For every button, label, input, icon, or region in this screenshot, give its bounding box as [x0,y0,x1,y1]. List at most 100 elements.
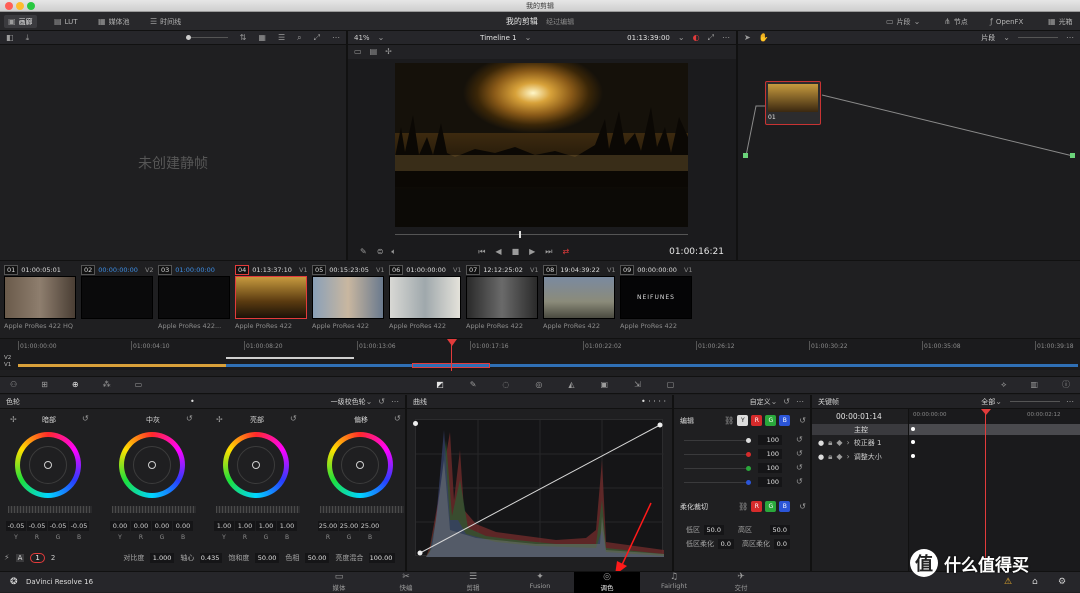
v2-clip[interactable] [226,357,354,359]
rgb-mixer-icon[interactable]: ⁂ [103,381,111,389]
keyframe-playhead[interactable] [985,409,986,571]
clip-thumbnail[interactable] [81,276,153,319]
zoom-level[interactable]: 41% [354,34,370,42]
gallery-button[interactable]: ▣ 画廊 [4,15,37,28]
keyframe-mode-icon[interactable]: ⟡ [1001,381,1006,389]
lum-mix-field[interactable]: 100.00 [369,553,396,563]
loop-icon[interactable]: ⇄ [563,247,570,256]
search-icon[interactable]: ⌕ [297,33,301,42]
edit-value-field[interactable]: 100 [758,463,782,473]
lightbox-button[interactable]: ▦ 光箱 [1044,15,1077,28]
more-options-icon[interactable]: ⋯ [722,33,730,42]
info-icon[interactable]: ⓘ [1062,381,1070,389]
edit-value-field[interactable]: 100 [758,449,782,459]
channel-y-button[interactable]: Y [737,415,749,426]
reset-icon[interactable]: ↺ [796,450,803,458]
clip-thumbnail[interactable] [466,276,538,319]
nodes-button[interactable]: ⋔ 节点 [940,15,972,28]
settings-icon[interactable]: ⚙ [1058,577,1066,587]
page-dot[interactable]: • · · · · [641,397,666,406]
skip-start-icon[interactable]: ⏮︎ [478,247,485,256]
layers-icon[interactable]: ⊜ [377,247,384,256]
link-icon[interactable]: ⛓ [738,502,748,511]
reset-icon[interactable]: ↺ [783,397,790,406]
master-track-bar[interactable] [909,424,1080,435]
wheel-value-field[interactable]: -0.05 [27,521,47,531]
lut-button[interactable]: ▤ LUT [50,15,82,28]
split-view-icon[interactable]: ▭ [354,48,362,56]
page-nav-fairlight[interactable]: ♫ Fairlight [641,572,707,593]
home-icon[interactable]: ⌂ [1032,577,1038,587]
page-nav-fusion[interactable]: ✦ Fusion [507,572,573,593]
keyframe-track-area[interactable]: 00:00:00:00 00:00:02:12 [908,409,1080,571]
pivot-field[interactable]: 0.435 [200,553,223,563]
node-01[interactable]: 01 [765,81,821,125]
keyframe-dot[interactable] [911,440,915,444]
volume-icon[interactable]: 🔈︎ [391,247,396,256]
playhead-marker[interactable] [447,339,457,346]
qualifier-icon[interactable]: ✎ [470,381,477,389]
keyframe-playhead-marker[interactable] [981,409,991,415]
media-pool-button[interactable]: ▦ 媒体池 [94,15,134,28]
page-1-button[interactable]: 1 [30,553,45,563]
crosshair-icon[interactable]: ✢ [385,48,392,56]
pointer-icon[interactable]: ➤ [744,33,751,42]
clips-toggle-button[interactable]: ▭ 片段 ⌄ [882,15,924,28]
sort-icon[interactable]: ⇅ [240,33,247,42]
wheel-value-field[interactable]: -0.05 [48,521,68,531]
color-wheel[interactable] [119,432,185,498]
tracker-icon[interactable]: ◎ [535,381,542,389]
chevron-right-icon[interactable]: › [847,453,850,461]
eyedropper-icon[interactable]: ✎ [360,247,367,256]
expand-icon[interactable]: ⤢ [314,33,320,42]
page-nav-media[interactable]: ▭ 媒体 [306,572,372,593]
highlight-icon[interactable]: ◐ [693,33,700,42]
color-wheels-icon[interactable]: ⊕ [72,381,79,389]
keyframe-icon[interactable]: ◆ [836,439,842,447]
edit-slider-handle[interactable] [746,438,751,443]
color-wheel[interactable] [223,432,289,498]
warning-icon[interactable]: ⚠ [1004,577,1012,587]
openfx-button[interactable]: ƒ OpenFX [986,15,1027,28]
sizing-row[interactable]: ● 🔒︎ ◆ › 调整大小 [818,452,882,462]
clip-thumbnail[interactable]: NEIFUNES [620,276,692,319]
key-icon[interactable]: ▣ [601,381,609,389]
more-options-icon[interactable]: ⋯ [391,397,399,406]
viewer-image[interactable] [395,63,688,227]
wipe-icon[interactable]: ▤ [370,48,378,56]
page-dot[interactable]: • [190,397,195,406]
wheel-value-field[interactable]: 1.00 [235,521,255,531]
clip-thumbnail[interactable] [543,276,615,319]
more-options-icon[interactable]: ⋯ [1066,397,1074,406]
play-icon[interactable]: ▶ [529,247,535,256]
auto-balance-icon[interactable]: ⚡ [4,554,10,562]
corrector-row[interactable]: ● 🔒︎ ◆ › 校正器 1 [818,438,881,448]
wheel-value-field[interactable]: 1.00 [256,521,276,531]
color-match-icon[interactable]: ⊞ [41,381,48,389]
low-soft-field[interactable]: 0.0 [718,539,734,549]
master-wheel-slider[interactable] [8,506,92,513]
v1-clip-1[interactable] [18,364,226,367]
keyframe-dot[interactable] [911,454,915,458]
high-soft-field[interactable]: 0.0 [774,539,790,549]
scrubber[interactable] [395,231,688,238]
hand-icon[interactable]: ✋ [759,33,769,42]
channel-b-button[interactable]: B [779,415,791,426]
lock-icon[interactable]: 🔒︎ [828,439,832,447]
clip-thumbnail[interactable] [389,276,461,319]
keyframe-zoom-slider[interactable] [1010,401,1060,402]
edit-slider-handle[interactable] [746,480,751,485]
wheel-value-field[interactable]: -0.05 [6,521,26,531]
master-wheel-slider[interactable] [320,506,404,513]
chevron-right-icon[interactable]: › [847,439,850,447]
fullscreen-icon[interactable]: ⤢ [708,33,714,42]
wheel-value-field[interactable]: 0.00 [110,521,130,531]
color-wheel[interactable] [327,432,393,498]
skip-end-icon[interactable]: ⏭︎ [545,247,552,256]
edit-slider-handle[interactable] [746,452,751,457]
crosshair-icon[interactable]: ✢ [10,416,17,424]
page-nav-cut[interactable]: ✂ 快编 [373,572,439,593]
wheel-value-field[interactable]: 1.00 [214,521,234,531]
curves-icon[interactable]: ◩ [436,381,444,389]
3d-icon[interactable]: ▢ [667,381,675,389]
